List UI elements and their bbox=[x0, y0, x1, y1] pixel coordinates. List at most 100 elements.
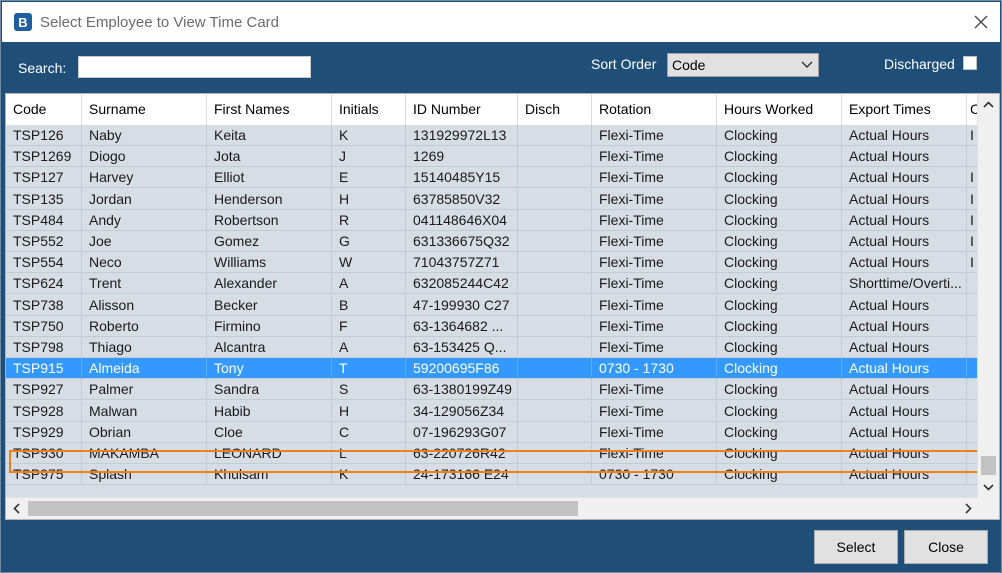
cell-code: TSP126 bbox=[6, 125, 82, 146]
grid-header: Code Surname First Names Initials ID Num… bbox=[6, 94, 978, 126]
cell-export-times: Actual Hours bbox=[842, 337, 967, 358]
cell-rotation: Flexi-Time bbox=[592, 231, 717, 252]
cell-surname: Almeida bbox=[82, 358, 207, 380]
discharged-checkbox[interactable] bbox=[963, 56, 977, 70]
cell-export-times: Actual Hours bbox=[842, 231, 967, 252]
cell-initials: K bbox=[332, 125, 406, 146]
cell-initials: S bbox=[332, 379, 406, 401]
column-header-hours-worked[interactable]: Hours Worked bbox=[717, 94, 842, 125]
table-row[interactable]: TSP126 Naby Keita K 131929972L13 Flexi-Time Cl… bbox=[6, 125, 978, 146]
scroll-down-icon[interactable] bbox=[978, 477, 999, 497]
cell-rotation: Flexi-Time bbox=[592, 379, 717, 401]
cell-export-times: Actual Hours bbox=[842, 400, 967, 422]
cell-hours-worked: Clocking bbox=[717, 188, 842, 210]
cell-initials: A bbox=[332, 273, 406, 295]
cell-hours-worked: Clocking bbox=[717, 252, 842, 274]
cell-initials: H bbox=[332, 188, 406, 210]
table-row[interactable]: TSP975 Splash Khulsam K 24-173166 E24 0730 - … bbox=[6, 464, 978, 486]
column-header-export-times[interactable]: Export Times bbox=[842, 94, 967, 125]
column-header-rotation[interactable]: Rotation bbox=[592, 94, 717, 125]
cell-first-names: Robertson bbox=[207, 209, 332, 231]
vertical-scroll-thumb[interactable] bbox=[981, 456, 996, 475]
cell-hours-worked: Clocking bbox=[717, 231, 842, 252]
table-row[interactable]: TSP135 Jordan Henderson H 63785850V32 Flexi-T… bbox=[6, 188, 978, 210]
svg-text:B: B bbox=[18, 15, 27, 30]
horizontal-scroll-thumb[interactable] bbox=[28, 501, 578, 516]
sort-order-label: Sort Order bbox=[591, 56, 657, 72]
cell-hours-worked: Clocking bbox=[717, 337, 842, 358]
cell-first-names: Keita bbox=[207, 125, 332, 146]
cell-rotation: Flexi-Time bbox=[592, 125, 717, 146]
table-row[interactable]: TSP929 Obrian Cloe C 07-196293G07 Flexi-Time C… bbox=[6, 421, 978, 443]
cell-first-names: Elliot bbox=[207, 167, 332, 189]
table-row[interactable]: TSP127 Harvey Elliot E 15140485Y15 Flexi-Time… bbox=[6, 167, 978, 189]
cell-initials: T bbox=[332, 358, 406, 380]
vertical-scrollbar[interactable] bbox=[977, 94, 999, 497]
sort-order-select[interactable]: Code bbox=[667, 53, 819, 77]
employee-grid: Code Surname First Names Initials ID Num… bbox=[5, 93, 1000, 520]
cell-export-times: Actual Hours bbox=[842, 209, 967, 231]
cell-export-times: Actual Hours bbox=[842, 315, 967, 337]
filter-toolbar: Search: Sort Order Code Discharged bbox=[2, 42, 1000, 92]
cell-rotation: Flexi-Time bbox=[592, 273, 717, 295]
cell-rotation: Flexi-Time bbox=[592, 146, 717, 168]
column-header-initials[interactable]: Initials bbox=[332, 94, 406, 125]
cell-hours-worked: Clocking bbox=[717, 315, 842, 337]
cell-id-number: 34-129056Z34 bbox=[406, 400, 518, 422]
cell-surname: Thiago bbox=[82, 337, 207, 358]
table-row-selected[interactable]: TSP915 Almeida Tony T 59200695F86 0730 - 1730… bbox=[6, 358, 978, 380]
cell-code: TSP738 bbox=[6, 294, 82, 316]
cell-code: TSP750 bbox=[6, 315, 82, 337]
chevron-down-icon[interactable] bbox=[796, 54, 818, 76]
cell-initials: K bbox=[332, 464, 406, 486]
table-row[interactable]: TSP930 MAKAMBA LEONARD L 63-220726R42 Flexi-T… bbox=[6, 443, 978, 464]
close-button[interactable]: Close bbox=[904, 530, 988, 564]
table-row[interactable]: TSP928 Malwan Habib H 34-129056Z34 Flexi-Time… bbox=[6, 400, 978, 422]
select-button[interactable]: Select bbox=[814, 530, 898, 564]
table-row[interactable]: TSP1269 Diogo Jota J 1269 Flexi-Time Clocking A… bbox=[6, 146, 978, 168]
cell-surname: Naby bbox=[82, 125, 207, 146]
scroll-left-icon[interactable] bbox=[6, 498, 26, 519]
table-row[interactable]: TSP750 Roberto Firmino F 63-1364682 ... Flexi… bbox=[6, 315, 978, 337]
search-input[interactable] bbox=[78, 56, 311, 78]
cell-code: TSP1269 bbox=[6, 146, 82, 168]
cell-code: TSP624 bbox=[6, 273, 82, 295]
cell-surname: Alisson bbox=[82, 294, 207, 316]
table-row[interactable]: TSP554 Neco Williams W 71043757Z71 Flexi-Time… bbox=[6, 252, 978, 274]
cell-rotation: Flexi-Time bbox=[592, 252, 717, 274]
cell-surname: Harvey bbox=[82, 167, 207, 189]
cell-initials: G bbox=[332, 231, 406, 252]
table-row[interactable]: TSP552 Joe Gomez G 631336675Q32 Flexi-Time Clo… bbox=[6, 231, 978, 252]
cell-hours-worked: Clocking bbox=[717, 400, 842, 422]
cell-first-names: Becker bbox=[207, 294, 332, 316]
horizontal-scrollbar[interactable] bbox=[6, 497, 978, 519]
cell-rotation: Flexi-Time bbox=[592, 315, 717, 337]
cell-first-names: Khulsam bbox=[207, 464, 332, 486]
cell-code: TSP554 bbox=[6, 252, 82, 274]
table-row[interactable]: TSP738 Alisson Becker B 47-199930 C27 Flexi-T… bbox=[6, 294, 978, 316]
scroll-up-icon[interactable] bbox=[978, 94, 999, 114]
cell-code: TSP798 bbox=[6, 337, 82, 358]
table-row[interactable]: TSP798 Thiago Alcantra A 63-153425 Q... Flexi… bbox=[6, 337, 978, 358]
cell-export-times: Actual Hours bbox=[842, 188, 967, 210]
cell-rotation: 0730 - 1730 bbox=[592, 358, 717, 380]
column-header-surname[interactable]: Surname bbox=[82, 94, 207, 125]
scroll-right-icon[interactable] bbox=[958, 498, 978, 519]
cell-disch bbox=[518, 379, 592, 401]
cell-disch bbox=[518, 464, 592, 486]
table-row[interactable]: TSP624 Trent Alexander A 632085244C42 Flexi-T… bbox=[6, 273, 978, 295]
column-header-code[interactable]: Code bbox=[6, 94, 82, 125]
column-header-first-names[interactable]: First Names bbox=[207, 94, 332, 125]
column-header-disch[interactable]: Disch bbox=[518, 94, 592, 125]
column-header-id-number[interactable]: ID Number bbox=[406, 94, 518, 125]
table-row[interactable]: TSP484 Andy Robertson R 041148646X04 Flexi-Ti… bbox=[6, 209, 978, 231]
table-row[interactable]: TSP927 Palmer Sandra S 63-1380199Z49 Flexi-Ti… bbox=[6, 379, 978, 401]
close-icon[interactable] bbox=[970, 11, 992, 33]
cell-surname: Roberto bbox=[82, 315, 207, 337]
cell-rotation: Flexi-Time bbox=[592, 337, 717, 358]
cell-hours-worked: Clocking bbox=[717, 464, 842, 486]
cell-disch bbox=[518, 273, 592, 295]
cell-id-number: 131929972L13 bbox=[406, 125, 518, 146]
cell-surname: Palmer bbox=[82, 379, 207, 401]
cell-surname: Splash bbox=[82, 464, 207, 486]
